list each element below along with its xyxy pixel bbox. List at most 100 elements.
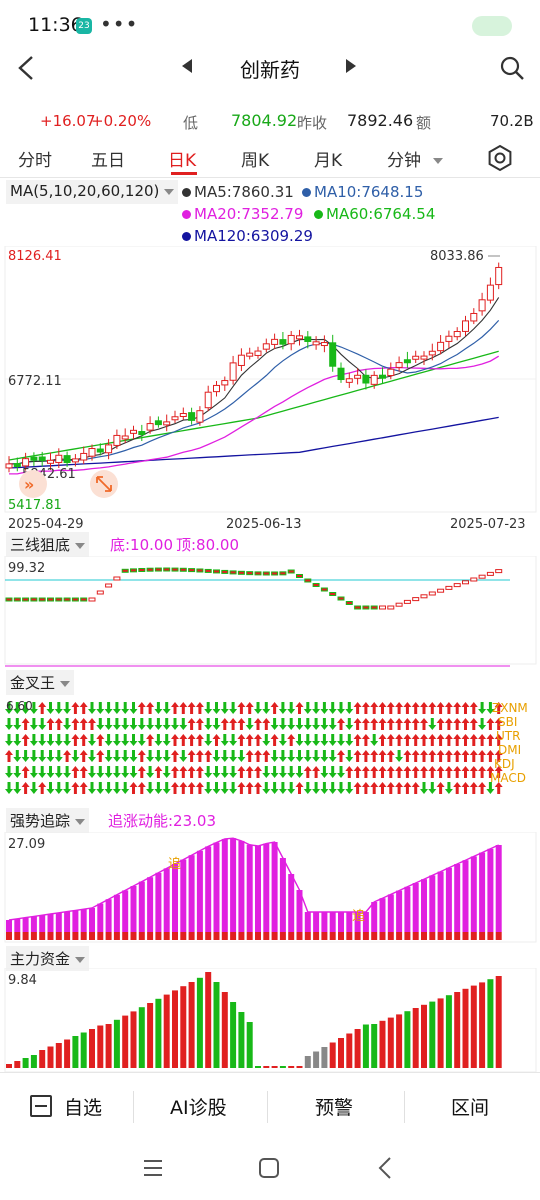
down-arrow [29, 750, 38, 762]
ma20-value: MA20:7352.79 [194, 205, 304, 223]
up-arrow [46, 718, 55, 730]
up-arrow [353, 734, 362, 746]
up-arrow [96, 734, 105, 746]
panel2-selector[interactable]: 金叉王 [6, 670, 75, 695]
panel1-selector[interactable]: 三线狙底 [6, 532, 90, 557]
down-arrow [295, 750, 304, 762]
down-arrow [88, 734, 96, 746]
capital-bar [362, 1024, 369, 1068]
capital-bar [437, 998, 444, 1068]
alert-button[interactable]: 预警 [315, 1093, 353, 1120]
down-arrow [229, 766, 238, 778]
candle-body [412, 355, 420, 360]
home-icon[interactable] [258, 1157, 280, 1179]
capital-bar [72, 1036, 79, 1068]
capital-flow-bars [6, 972, 502, 1068]
momentum-bar [14, 918, 21, 932]
up-arrow [270, 734, 279, 746]
down-arrow [328, 750, 337, 762]
search-icon[interactable] [498, 54, 526, 82]
ma-indicator-selector[interactable]: MA(5,10,20,60,120) [6, 180, 179, 204]
candle-body [237, 354, 245, 366]
settings-icon[interactable] [486, 144, 514, 172]
down-arrow [278, 702, 287, 714]
step-mark [470, 577, 478, 582]
next-stock-icon[interactable] [346, 59, 356, 73]
momentum-bar [246, 844, 253, 932]
capital-bar [130, 1011, 137, 1068]
up-arrow [237, 702, 246, 714]
down-arrow [104, 718, 113, 730]
down-arrow [179, 718, 188, 730]
momentum-bar [122, 890, 129, 932]
ma10-line [9, 319, 500, 465]
momentum-bar [437, 871, 444, 932]
down-arrow [46, 702, 55, 714]
momentum-bar [47, 914, 54, 932]
down-arrow [121, 766, 130, 778]
base-bar [80, 932, 87, 940]
panel3-chart[interactable]: 27.09 追 追 [0, 832, 540, 944]
down-arrow [254, 702, 262, 714]
momentum-bar [188, 855, 195, 932]
down-arrow [312, 718, 321, 730]
tab-intraday[interactable]: 分时 [18, 146, 52, 171]
capital-bar [288, 1066, 295, 1068]
tab-weekly-k[interactable]: 周K [241, 146, 269, 171]
up-arrow [5, 750, 13, 762]
momentum-bar [454, 864, 461, 932]
up-arrow [71, 734, 80, 746]
down-arrow [129, 750, 138, 762]
bottom-action-bar: 自选 AI诊股 预警 区间 [0, 1072, 540, 1140]
ma-indicator-label: MA(5,10,20,60,120) [10, 182, 160, 200]
up-arrow [395, 766, 404, 778]
legend-zxnm: ZXNM [492, 701, 528, 715]
down-arrow [229, 782, 238, 794]
low-label: 低 [183, 114, 199, 132]
base-bar [230, 932, 237, 940]
step-mark [354, 605, 362, 610]
watchlist-minus-icon[interactable] [30, 1095, 52, 1117]
panel1-chart[interactable]: 99.32 [0, 556, 540, 668]
up-arrow [478, 734, 487, 746]
step-mark [453, 583, 461, 588]
back-icon[interactable] [376, 1156, 394, 1180]
panel4-chart[interactable]: 9.84 [0, 968, 540, 1072]
kline-chart[interactable]: 8126.41 6772.11 5417.81 8033.86 5842.61 … [0, 246, 540, 532]
down-arrow [303, 750, 312, 762]
ai-diagnosis-button[interactable]: AI诊股 [170, 1093, 227, 1120]
up-arrow [353, 766, 362, 778]
tab-five-day[interactable]: 五日 [91, 146, 125, 171]
base-bar [72, 932, 79, 940]
double-chevron-glyph: » [24, 475, 34, 494]
active-tab-underline [171, 172, 197, 175]
tab-daily-k[interactable]: 日K [168, 146, 196, 171]
tab-monthly-k[interactable]: 月K [314, 146, 342, 171]
down-arrow [278, 782, 287, 794]
momentum-bar [64, 911, 71, 932]
down-arrow [229, 734, 238, 746]
down-arrow [312, 734, 321, 746]
step-mark [379, 605, 386, 610]
down-arrow [312, 702, 321, 714]
menu-icon[interactable] [142, 1158, 164, 1178]
momentum-bar [387, 894, 394, 932]
up-arrow [254, 766, 262, 778]
panel4-label: 主力资金 [10, 950, 71, 968]
down-arrow [63, 718, 72, 730]
up-arrow [378, 702, 387, 714]
range-button[interactable]: 区间 [451, 1093, 489, 1120]
step-mark [121, 568, 129, 573]
momentum-bar [147, 877, 154, 932]
up-arrow [453, 718, 462, 730]
capital-bar [462, 988, 469, 1068]
candle-body [337, 367, 345, 381]
tab-minute[interactable]: 分钟 [387, 146, 443, 171]
panel2-chart[interactable]: 6.60 ZXNM SBI UTR DMI KDJ MACD [0, 694, 540, 806]
y-axis-min: 5417.81 [8, 498, 62, 513]
base-bar [429, 932, 436, 940]
watchlist-button[interactable]: 自选 [64, 1093, 102, 1120]
ma10-value: MA10:7648.15 [314, 183, 424, 201]
base-bar [163, 932, 170, 940]
panel3-selector[interactable]: 强势追踪 [6, 808, 90, 833]
